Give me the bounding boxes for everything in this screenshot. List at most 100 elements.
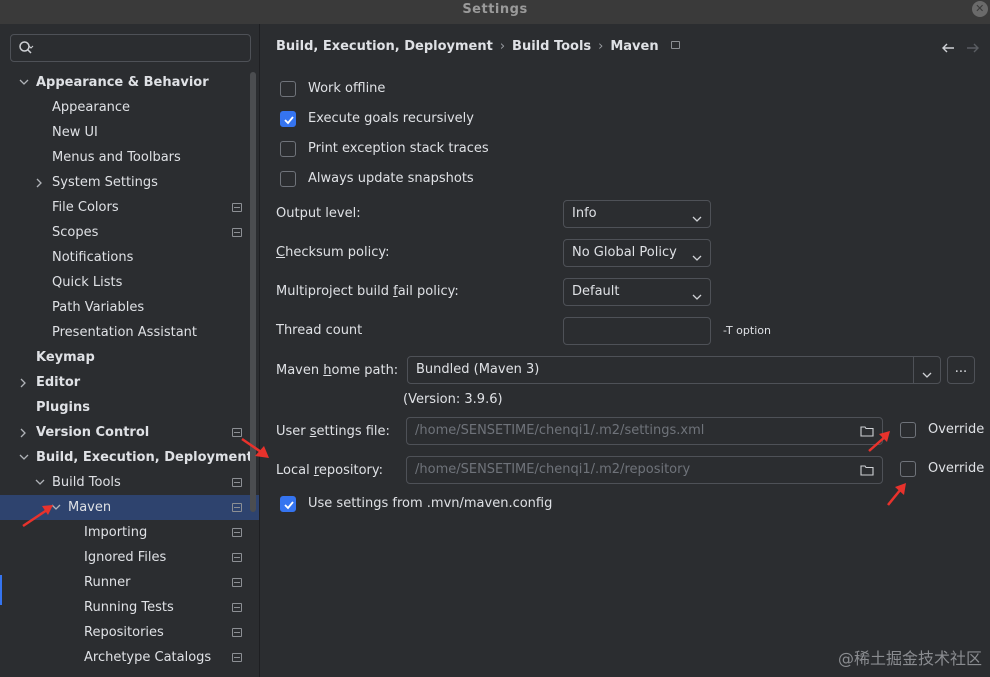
search-icon: [18, 40, 34, 60]
sidebar-item[interactable]: Repositories: [0, 620, 259, 645]
sidebar-item-label: Quick Lists: [52, 275, 123, 290]
project-scope-icon: [232, 553, 242, 562]
project-scope-icon: [232, 228, 242, 237]
project-scope-icon: [232, 528, 242, 537]
execute-recursively-label: Execute goals recursively: [308, 111, 474, 126]
user-settings-override-label: Override: [928, 422, 985, 437]
back-arrow-icon[interactable]: [940, 40, 956, 60]
label-part: ome path:: [331, 363, 399, 378]
sidebar-item-label: File Colors: [52, 200, 119, 215]
multiproject-fail-policy-value: Default: [572, 284, 620, 299]
chevron-down-icon[interactable]: [922, 367, 932, 382]
breadcrumb-item[interactable]: Build, Execution, Deployment: [276, 39, 493, 54]
sidebar-item[interactable]: File Colors: [0, 195, 259, 220]
output-level-label: Output level:: [276, 206, 361, 221]
sidebar-item[interactable]: Presentation Assistant: [0, 320, 259, 345]
chevron-right-icon[interactable]: [34, 170, 46, 195]
sidebar-item[interactable]: Editor: [0, 370, 259, 395]
sidebar-item[interactable]: New UI: [0, 120, 259, 145]
settings-sidebar: Appearance & Behavior Appearance New UI Men…: [0, 24, 259, 677]
label-part: epository:: [318, 463, 384, 478]
user-settings-override-checkbox[interactable]: [900, 422, 916, 438]
print-stack-traces-label: Print exception stack traces: [308, 141, 489, 156]
sidebar-item[interactable]: Appearance & Behavior: [0, 70, 259, 95]
sidebar-item-label: Importing: [84, 525, 148, 540]
local-repository-override-checkbox[interactable]: [900, 461, 916, 477]
sidebar-item[interactable]: System Settings: [0, 170, 259, 195]
sidebar-item[interactable]: Running Tests: [0, 595, 259, 620]
project-scope-icon: [232, 503, 242, 512]
chevron-down-icon: [692, 250, 702, 265]
local-repository-input[interactable]: /home/SENSETIME/chenqi1/.m2/repository: [406, 456, 883, 484]
sidebar-item[interactable]: Notifications: [0, 245, 259, 270]
thread-count-input[interactable]: [563, 317, 711, 345]
multiproject-fail-policy-dropdown[interactable]: Default: [563, 278, 711, 306]
execute-recursively-checkbox[interactable]: [280, 111, 296, 127]
local-repository-value: /home/SENSETIME/chenqi1/.m2/repository: [415, 462, 691, 477]
chevron-right-icon[interactable]: [18, 420, 30, 445]
settings-search-input[interactable]: [10, 34, 251, 62]
maven-home-value: Bundled (Maven 3): [416, 362, 540, 377]
sidebar-item-label: Plugins: [36, 400, 90, 415]
output-level-dropdown[interactable]: Info: [563, 200, 711, 228]
breadcrumb-item: Maven: [610, 39, 659, 54]
sidebar-item[interactable]: Build, Execution, Deployment: [0, 445, 259, 470]
sidebar-item[interactable]: Path Variables: [0, 295, 259, 320]
sidebar-item[interactable]: Runner: [0, 570, 259, 595]
chevron-right-icon[interactable]: [18, 370, 30, 395]
close-window-button[interactable]: ✕: [972, 1, 988, 17]
sidebar-item[interactable]: Archetype Catalogs: [0, 645, 259, 670]
always-update-snapshots-checkbox[interactable]: [280, 171, 296, 187]
forward-arrow-icon[interactable]: [965, 40, 981, 60]
sidebar-item-label: Editor: [36, 375, 81, 390]
maven-home-combobox[interactable]: Bundled (Maven 3): [407, 356, 941, 384]
sidebar-item[interactable]: Version Control: [0, 420, 259, 445]
window-title: Settings: [462, 2, 528, 17]
sidebar-item-label: Ignored Files: [84, 550, 167, 565]
label-part: Maven: [276, 363, 324, 378]
folder-icon[interactable]: [860, 464, 874, 480]
project-scope-icon: [232, 653, 242, 662]
thread-count-label: Thread count: [276, 323, 363, 338]
breadcrumb-item[interactable]: Build Tools: [512, 39, 591, 54]
chevron-down-icon[interactable]: [18, 70, 30, 95]
work-offline-checkbox[interactable]: [280, 81, 296, 97]
checksum-policy-label: Checksum policy:: [276, 245, 390, 260]
label-mnemonic: C: [276, 245, 286, 260]
chevron-down-icon[interactable]: [34, 470, 46, 495]
user-settings-file-value: /home/SENSETIME/chenqi1/.m2/settings.xml: [415, 423, 705, 438]
sidebar-item[interactable]: Menus and Toolbars: [0, 145, 259, 170]
maven-home-browse-button[interactable]: ...: [947, 356, 975, 384]
combo-divider: [913, 357, 914, 383]
sidebar-item[interactable]: Plugins: [0, 395, 259, 420]
use-mvn-config-checkbox[interactable]: [280, 496, 296, 512]
sidebar-item[interactable]: Ignored Files: [0, 545, 259, 570]
annotation-arrow-icon: [868, 431, 890, 452]
checksum-policy-dropdown[interactable]: No Global Policy: [563, 239, 711, 267]
sidebar-item-label: Version Control: [36, 425, 150, 440]
project-scope-icon: [232, 478, 242, 487]
sidebar-item[interactable]: Keymap: [0, 345, 259, 370]
sidebar-item[interactable]: Scopes: [0, 220, 259, 245]
sidebar-item-label: Runner: [84, 575, 131, 590]
user-settings-file-input[interactable]: /home/SENSETIME/chenqi1/.m2/settings.xml: [406, 417, 883, 445]
local-repository-override-label: Override: [928, 461, 985, 476]
maven-version-label: (Version: 3.9.6): [403, 392, 503, 407]
thread-count-hint: -T option: [723, 324, 771, 337]
sidebar-item[interactable]: Quick Lists: [0, 270, 259, 295]
sidebar-item-label: Build, Execution, Deployment: [36, 450, 253, 465]
project-scope-icon: [232, 203, 242, 212]
chevron-down-icon: [692, 211, 702, 226]
sidebar-item-label: Path Variables: [52, 300, 145, 315]
print-stack-traces-checkbox[interactable]: [280, 141, 296, 157]
user-settings-file-label: User settings file:: [276, 424, 390, 439]
window-titlebar: Settings ✕: [0, 0, 990, 24]
chevron-down-icon[interactable]: [18, 445, 30, 470]
label-part: Local: [276, 463, 314, 478]
watermark: @稀土掘金技术社区: [837, 649, 982, 668]
maven-home-label: Maven home path:: [276, 363, 398, 378]
label-part: ail policy:: [397, 284, 459, 299]
sidebar-item[interactable]: Build Tools: [0, 470, 259, 495]
sidebar-item[interactable]: Appearance: [0, 95, 259, 120]
label-part: hecksum policy:: [285, 245, 390, 260]
